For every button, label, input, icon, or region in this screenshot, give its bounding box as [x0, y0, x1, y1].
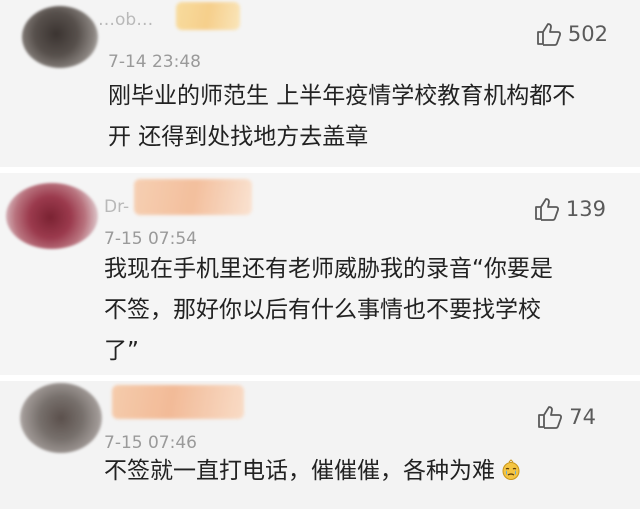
- like-button[interactable]: 74: [537, 405, 596, 429]
- avatar[interactable]: [22, 6, 98, 68]
- comment-card: 7-15 07:46 74 不签就一直打电话，催催催，各种为难: [0, 381, 640, 509]
- timestamp: 7-15 07:46: [104, 433, 197, 453]
- like-button[interactable]: 139: [534, 197, 606, 221]
- crying-face-icon: [502, 459, 520, 480]
- timestamp: 7-14 23:48: [108, 52, 201, 72]
- comment-text-body: 不签就一直打电话，催催催，各种为难: [104, 458, 495, 484]
- avatar[interactable]: [20, 383, 102, 453]
- thumbs-up-icon: [535, 198, 559, 221]
- like-count: 74: [569, 405, 596, 429]
- redaction-scribble: [112, 385, 244, 419]
- username[interactable]: …ob…: [98, 10, 153, 30]
- like-count: 502: [567, 22, 608, 46]
- avatar[interactable]: [6, 183, 98, 249]
- like-button[interactable]: 502: [536, 22, 608, 46]
- redaction-scribble: [176, 2, 240, 30]
- thumbs-up-icon: [537, 23, 561, 46]
- comment-text: 刚毕业的师范生 上半年疫情学校教育机构都不 开 还得到处找地方去盖章: [108, 83, 576, 150]
- comment-card: Dr- 7-15 07:54 139 我现在手机里还有老师威胁我的录音“你要是 …: [0, 173, 640, 375]
- comment-card: …ob… 7-14 23:48 502 刚毕业的师范生 上半年疫情学校教育机构都…: [0, 0, 640, 167]
- like-count: 139: [565, 197, 606, 221]
- redaction-scribble: [134, 179, 252, 215]
- thumbs-up-icon: [538, 406, 563, 429]
- comment-text: 不签就一直打电话，催催催，各种为难: [104, 451, 616, 492]
- timestamp: 7-15 07:54: [104, 229, 197, 249]
- comment-text: 我现在手机里还有老师威胁我的录音“你要是 不签，那好你以后有什么事情也不要找学校…: [104, 256, 553, 364]
- username[interactable]: Dr-: [104, 197, 129, 217]
